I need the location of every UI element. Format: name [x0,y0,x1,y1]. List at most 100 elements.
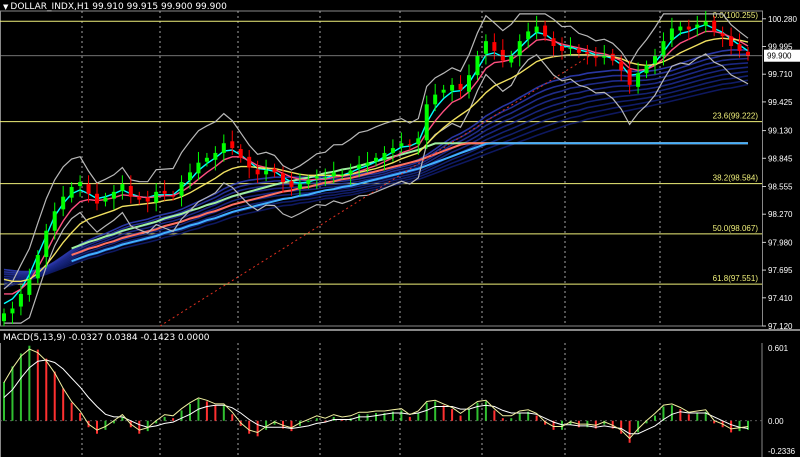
candle-body[interactable] [348,170,353,175]
candle-body[interactable] [467,75,471,92]
macd-histogram-bar [290,420,293,432]
macd-histogram-bar [459,415,462,421]
candle-body[interactable] [69,186,74,198]
candle-body[interactable] [661,41,666,57]
candle-body[interactable] [703,21,708,26]
symbol-label: DOLLAR_INDX,H1 [10,2,90,12]
candle-body[interactable] [678,26,683,31]
candle-body[interactable] [238,149,243,158]
candle-body[interactable] [458,83,463,90]
candle-body[interactable] [653,55,657,64]
candle-body[interactable] [154,191,159,203]
candle-body[interactable] [95,193,99,204]
candle-body[interactable] [729,36,734,46]
candle-body[interactable] [568,47,573,49]
candle-body[interactable] [44,230,49,257]
candle-body[interactable] [314,176,319,179]
candle-body[interactable] [35,255,40,279]
candle-body[interactable] [416,138,421,145]
candle-body[interactable] [103,197,108,202]
candle-body[interactable] [475,55,480,76]
candle-body[interactable] [407,144,412,146]
candle-body[interactable] [297,184,302,189]
candle-body[interactable] [627,69,632,85]
candle-body[interactable] [450,84,455,91]
candle-body[interactable] [551,38,556,46]
candle-body[interactable] [576,48,581,53]
candle-body[interactable] [517,41,522,56]
candle-body[interactable] [441,89,446,93]
candle-body[interactable] [433,94,438,105]
candle-body[interactable] [644,65,649,74]
candle-body[interactable] [526,31,531,40]
candle-body[interactable] [289,181,294,187]
candle-body[interactable] [695,24,700,28]
candle-body[interactable] [10,308,15,314]
candle-body[interactable] [619,61,624,71]
candle-body[interactable] [137,196,142,200]
candle-body[interactable] [221,143,226,153]
macd-histogram-bar [501,418,504,421]
candle-body[interactable] [357,164,362,169]
candle-body[interactable] [188,172,192,181]
chart-canvas[interactable]: 0.0(100.255) 23.6(99.222) 38.2(98.584) 50.0… [0,0,800,457]
candle-body[interactable] [306,180,311,185]
candle-body[interactable] [712,20,717,32]
candle-body[interactable] [230,141,235,149]
triangle-down-icon[interactable]: ▼ [3,3,8,11]
candle-body[interactable] [374,157,378,162]
candle-body[interactable] [585,51,590,54]
candle-body[interactable] [264,170,269,175]
candle-body[interactable] [2,313,6,322]
candle-body[interactable] [636,73,641,87]
candle-body[interactable] [213,152,218,160]
candle-body[interactable] [281,173,285,183]
candle-body[interactable] [746,51,750,56]
candle-body[interactable] [720,33,725,37]
candle-body[interactable] [179,182,184,196]
candle-body[interactable] [128,186,133,197]
candle-body[interactable] [669,28,674,41]
candle-body[interactable] [340,174,345,176]
candle-body[interactable] [272,168,277,173]
candle-body[interactable] [162,190,167,194]
price-axis-label: 97.410 [768,294,793,303]
candle-body[interactable] [120,184,125,191]
candle-body[interactable] [255,169,260,175]
candle-body[interactable] [365,162,370,166]
candle-body[interactable] [331,172,336,177]
candle-body[interactable] [737,44,742,51]
candle-body[interactable] [171,195,176,197]
candle-body[interactable] [492,42,497,51]
candle-body[interactable] [247,156,252,168]
candle-body[interactable] [424,104,429,141]
candle-body[interactable] [543,25,548,37]
candle-body[interactable] [382,152,387,160]
candle-body[interactable] [390,148,395,153]
candle-body[interactable] [145,197,150,202]
price-axis-label: 99.425 [768,98,793,107]
candle-body[interactable] [500,49,505,61]
candle-body[interactable] [52,211,57,231]
candle-body[interactable] [78,182,83,186]
candle-body[interactable] [204,157,209,162]
candle-body[interactable] [196,162,201,174]
macd-histogram-bar [620,420,623,434]
candle-body[interactable] [111,191,116,199]
candle-body[interactable] [61,196,66,210]
candle-body[interactable] [483,41,488,54]
macd-histogram-bar [442,405,445,421]
candle-body[interactable] [399,143,404,147]
macd-histogram-bar [163,416,166,421]
candle-body[interactable] [686,26,691,30]
candle-body[interactable] [560,46,564,51]
candle-body[interactable] [610,53,615,61]
macd-histogram-bar [53,371,56,421]
price-axis-label: 99.710 [768,70,793,79]
candle-body[interactable] [509,55,514,63]
candle-body[interactable] [323,177,328,179]
candle-body[interactable] [27,279,32,295]
candle-body[interactable] [18,293,23,307]
candle-body[interactable] [534,26,539,33]
candle-body[interactable] [86,184,91,194]
